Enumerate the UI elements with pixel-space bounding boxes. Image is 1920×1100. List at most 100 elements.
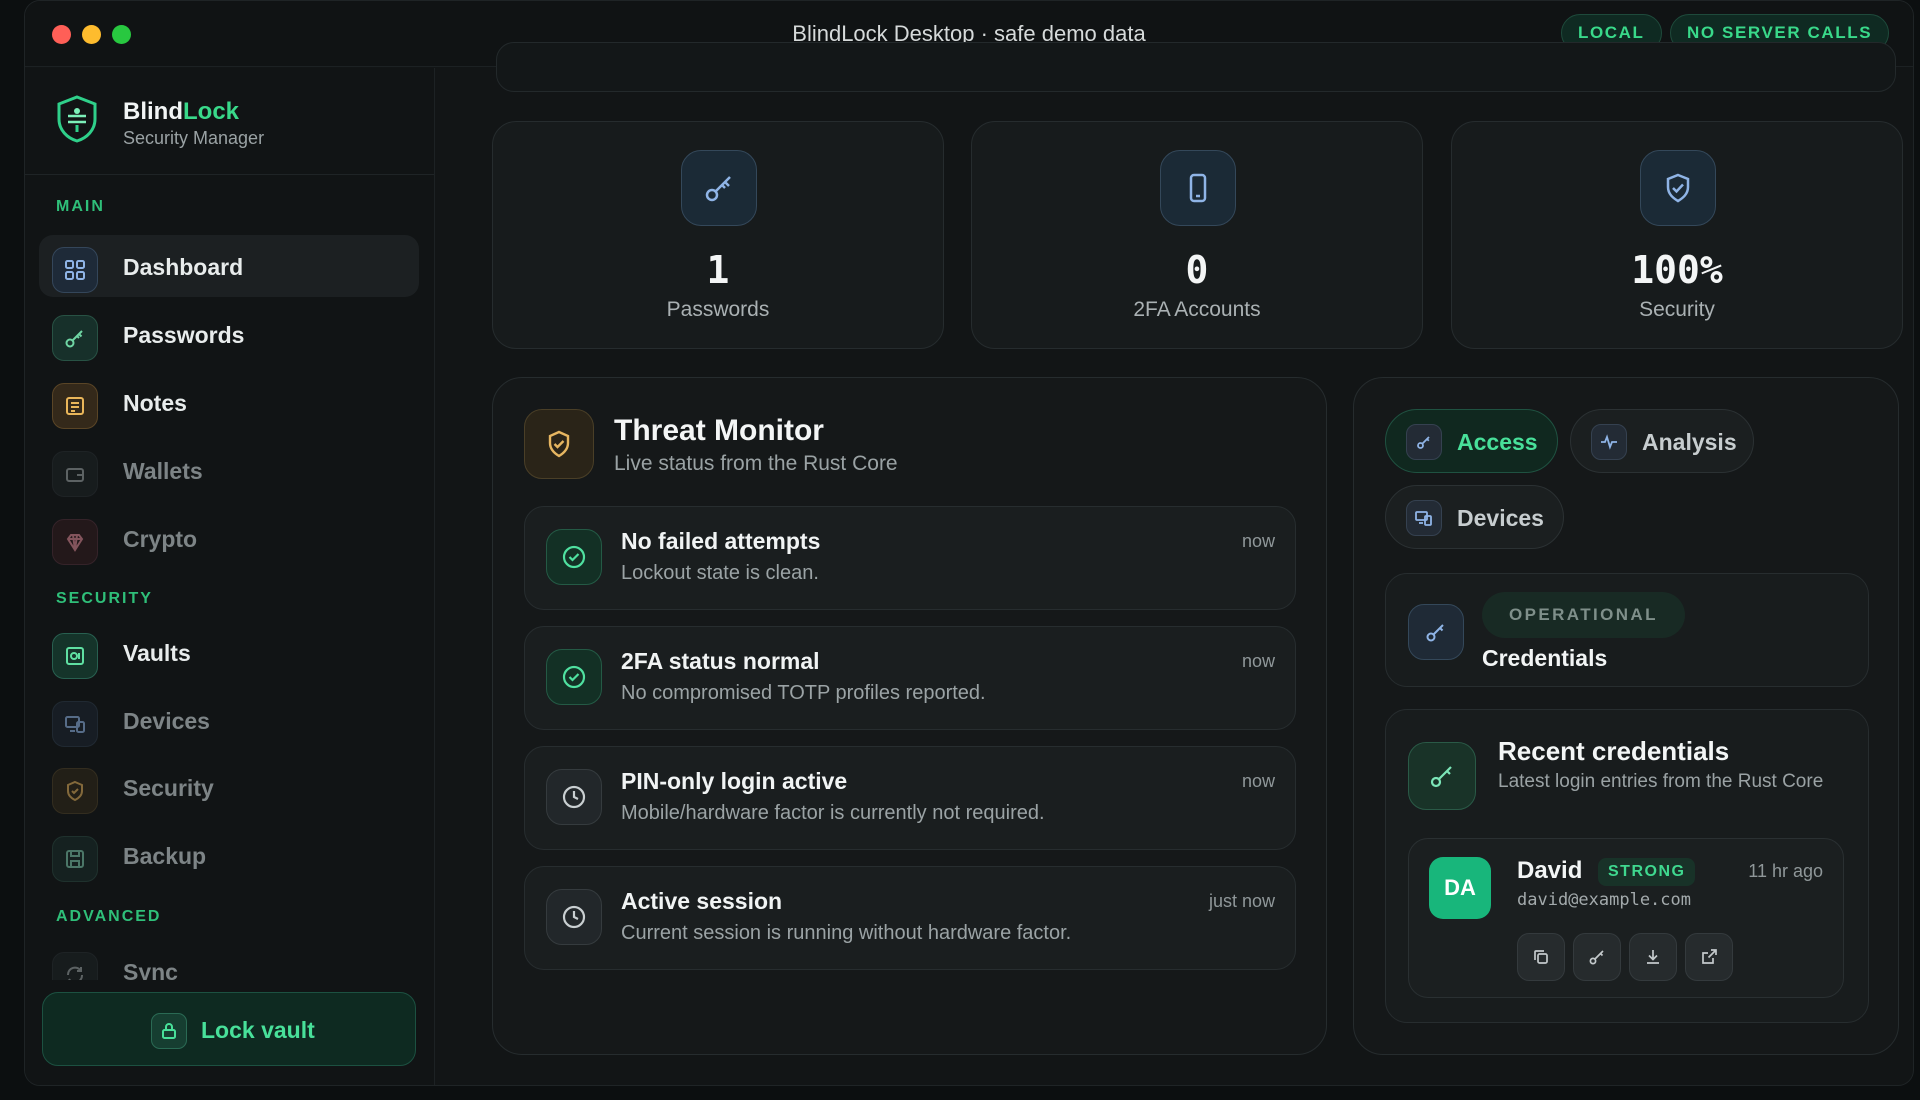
stat-card-2fa: 0 2FA Accounts — [971, 121, 1423, 349]
stat-label: 2FA Accounts — [1133, 298, 1261, 321]
lock-vault-button[interactable]: Lock vault — [42, 992, 416, 1066]
sidebar-item-label: Sync — [123, 959, 178, 980]
key-icon — [1589, 950, 1604, 965]
sidebar-item-crypto[interactable]: Crypto — [39, 507, 419, 569]
access-panel: Access Analysis Devices OPERATIONAL Cred… — [1353, 377, 1899, 1055]
devices-icon — [52, 701, 98, 747]
save-icon — [52, 836, 98, 882]
sidebar-item-backup[interactable]: Backup — [39, 824, 419, 886]
threat-item-time: now — [1241, 771, 1275, 791]
tab-devices[interactable]: Devices — [1385, 485, 1564, 549]
stat-value: 1 — [706, 248, 730, 292]
recent-credentials-card: Recent credentials Latest login entries … — [1385, 709, 1869, 1023]
stat-card-passwords: 1 Passwords — [492, 121, 944, 349]
sidebar-item-dashboard[interactable]: Dashboard — [39, 235, 419, 297]
threat-item-description: Current session is running without hardw… — [621, 922, 1072, 944]
threat-item-time: now — [1241, 651, 1275, 671]
section-label-advanced: ADVANCED — [56, 908, 162, 925]
key-icon — [1408, 742, 1476, 810]
main-content: 1 Passwords 0 2FA Accounts 100% Security… — [436, 42, 1913, 1085]
sidebar-item-sync[interactable]: Sync — [39, 940, 419, 980]
key-icon — [1406, 424, 1442, 460]
status-badge: OPERATIONAL — [1482, 592, 1685, 638]
brand-subtitle: Security Manager — [123, 128, 265, 148]
grid-icon — [52, 247, 98, 293]
clock-icon — [546, 769, 602, 825]
key-icon — [52, 315, 98, 361]
stat-value: 100% — [1631, 248, 1723, 292]
sidebar-item-label: Vaults — [123, 640, 191, 666]
threat-item-title: PIN-only login active — [621, 768, 848, 794]
section-label-main: MAIN — [56, 198, 105, 215]
sidebar-item-passwords[interactable]: Passwords — [39, 303, 419, 365]
strength-badge: STRONG — [1598, 858, 1696, 886]
vault-icon — [52, 633, 98, 679]
key-icon — [1408, 604, 1464, 660]
recent-credentials-subtitle: Latest login entries from the Rust Core — [1498, 771, 1824, 792]
divider — [25, 174, 434, 175]
shield-check-icon — [1640, 150, 1716, 226]
sidebar-item-notes[interactable]: Notes — [39, 371, 419, 433]
tab-label: Analysis — [1642, 429, 1737, 455]
threat-item-time: just now — [1208, 891, 1275, 911]
note-icon — [52, 383, 98, 429]
sidebar-item-vaults[interactable]: Vaults — [39, 621, 419, 683]
threat-item: PIN-only login active Mobile/hardware fa… — [524, 746, 1296, 850]
tab-analysis[interactable]: Analysis — [1570, 409, 1754, 473]
stat-card-security: 100% Security — [1451, 121, 1903, 349]
sidebar-item-wallets[interactable]: Wallets — [39, 439, 419, 501]
sidebar-item-label: Wallets — [123, 458, 203, 484]
sidebar-item-devices[interactable]: Devices — [39, 689, 419, 751]
threat-item-title: Active session — [621, 888, 783, 914]
threat-monitor-panel: Threat Monitor Live status from the Rust… — [492, 377, 1327, 1055]
credential-email: david@example.com — [1517, 890, 1691, 910]
lock-vault-label: Lock vault — [201, 1017, 315, 1043]
threat-item: No failed attempts Lockout state is clea… — [524, 506, 1296, 610]
sidebar-item-security[interactable]: Security — [39, 756, 419, 818]
section-label-security: SECURITY — [56, 590, 153, 607]
stat-label: Security — [1639, 298, 1715, 321]
top-strip — [496, 42, 1896, 92]
sidebar-item-label: Notes — [123, 390, 187, 416]
sidebar-item-label: Devices — [123, 708, 210, 734]
threat-item-title: 2FA status normal — [621, 648, 820, 674]
threat-monitor-title: Threat Monitor — [614, 414, 824, 447]
sidebar: BlindLock Security Manager MAIN Dashboar… — [25, 68, 435, 1085]
key-button[interactable] — [1573, 933, 1621, 981]
status-card-label: Credentials — [1482, 645, 1608, 671]
app-window: BlindLock Desktop · safe demo data LOCAL… — [24, 0, 1914, 1086]
threat-item-time: now — [1241, 531, 1275, 551]
credential-entry[interactable]: DA David STRONG 11 hr ago david@example.… — [1408, 838, 1844, 998]
threat-monitor-subtitle: Live status from the Rust Core — [614, 452, 898, 475]
open-external-button[interactable] — [1685, 933, 1733, 981]
tab-access[interactable]: Access — [1385, 409, 1558, 473]
phone-icon — [1160, 150, 1236, 226]
copy-icon — [1534, 950, 1548, 964]
recent-credentials-title: Recent credentials — [1498, 736, 1730, 766]
key-icon — [681, 150, 757, 226]
external-link-icon — [1702, 949, 1717, 964]
operational-status-card: OPERATIONAL Credentials — [1385, 573, 1869, 687]
stat-label: Passwords — [666, 298, 770, 321]
shield-check-icon — [524, 409, 594, 479]
sidebar-item-label: Passwords — [123, 322, 245, 348]
download-button[interactable] — [1629, 933, 1677, 981]
shield-icon — [52, 768, 98, 814]
threat-item-title: No failed attempts — [621, 528, 821, 554]
wallet-icon — [52, 451, 98, 497]
threat-item-description: No compromised TOTP profiles reported. — [621, 682, 986, 704]
sync-icon — [52, 952, 98, 980]
brand-name: BlindLock — [123, 98, 240, 125]
lock-icon — [151, 1013, 187, 1049]
devices-icon — [1406, 500, 1442, 536]
copy-button[interactable] — [1517, 933, 1565, 981]
stat-value: 0 — [1185, 248, 1209, 292]
shield-logo-icon — [57, 95, 97, 143]
threat-item-description: Mobile/hardware factor is currently not … — [621, 802, 1045, 824]
check-circle-icon — [546, 529, 602, 585]
tab-label: Devices — [1457, 505, 1544, 531]
avatar: DA — [1429, 857, 1491, 919]
sidebar-item-label: Security — [123, 775, 214, 801]
diamond-icon — [52, 519, 98, 565]
tab-label: Access — [1457, 429, 1538, 455]
